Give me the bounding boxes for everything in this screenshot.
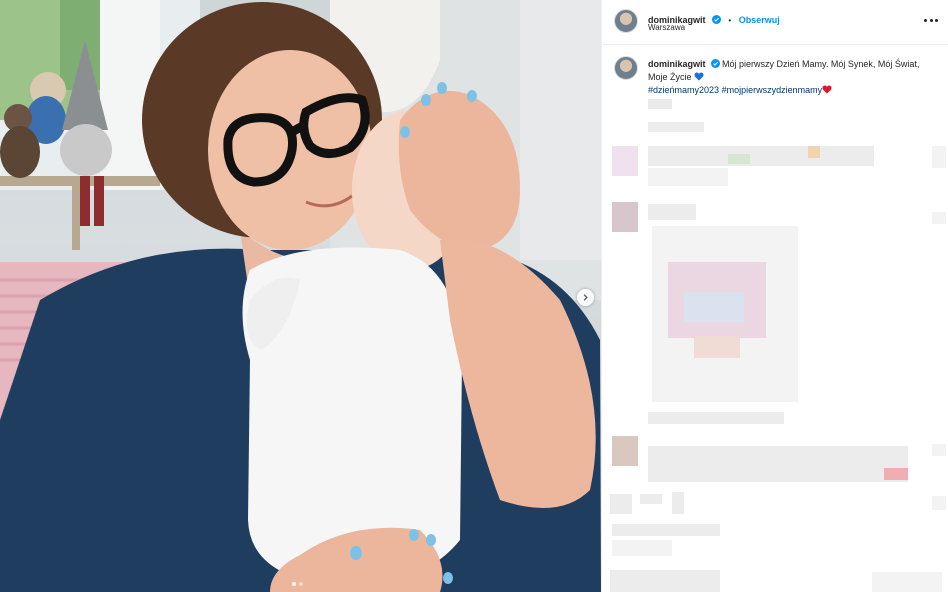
follow-button[interactable]: Obserwuj [739,15,780,25]
censored-block [640,494,662,504]
censored-block [684,292,744,322]
post-photo[interactable] [0,0,601,592]
censored-avatar [612,202,638,232]
censored-block [672,492,684,514]
avatar[interactable] [614,9,638,33]
censored-block [610,570,720,592]
location-link[interactable]: Warszawa [648,23,685,32]
more-dot [924,18,927,22]
hashtag-link[interactable]: #dzieńmamy2023 [648,85,719,95]
caption-username[interactable]: dominikagwit [648,59,706,69]
caption-text: dominikagwit Mój pierwszy Dzień Mamy. Mó… [648,58,938,97]
carousel-dot [299,582,303,586]
photo-illustration [0,0,601,592]
censored-block [648,204,696,220]
verified-badge-icon [711,15,721,24]
more-dot [935,18,938,22]
censored-block [648,146,874,166]
verified-badge-icon [710,59,720,68]
red-heart-emoji [822,85,832,94]
more-options-icon[interactable] [924,14,938,26]
censored-block [612,540,672,556]
censored-block [648,446,908,482]
blue-heart-emoji [694,72,704,81]
carousel-dot-active [292,582,296,586]
censored-block [694,336,740,358]
censored-block [932,146,946,168]
censored-block [872,572,942,592]
carousel-next-button[interactable] [577,289,594,306]
carousel-indicator [292,582,303,586]
censored-block [884,468,908,480]
censored-block [728,154,750,164]
avatar[interactable] [614,56,638,80]
censored-block [932,496,946,510]
post-side-panel: dominikagwit • Obserwuj Warszawa dominik… [601,0,948,592]
censored-block [648,168,728,186]
caption-timestamp-censored [648,99,672,109]
censored-block [612,524,720,536]
post-header: dominikagwit • Obserwuj Warszawa [602,0,948,45]
censored-block [648,412,784,424]
chevron-right-icon [583,294,588,301]
censored-block [932,212,946,224]
censored-block [932,444,946,456]
censored-avatar [610,494,632,514]
censored-avatar [612,436,638,466]
hashtag-link[interactable]: #mojpierwszydzienmamy [722,85,823,95]
censored-block [648,122,704,132]
censored-avatar [612,146,638,176]
separator-dot: • [728,16,732,25]
more-dot [929,18,933,22]
censored-block [808,146,820,158]
